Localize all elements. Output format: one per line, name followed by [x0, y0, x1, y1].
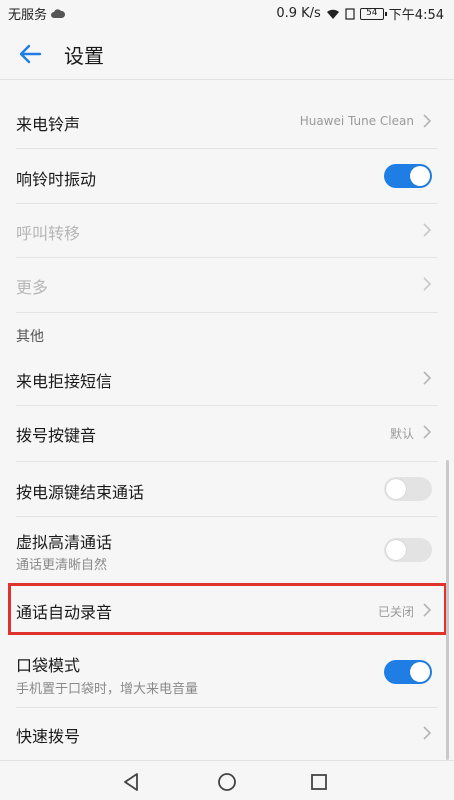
chevron-right-icon	[423, 726, 432, 740]
call-forward-label: 呼叫转移	[16, 224, 81, 243]
pocket-mode-row[interactable]: 口袋模式 手机置于口袋时，增大来电音量	[0, 644, 454, 704]
clock: 下午4:54	[388, 8, 444, 23]
power-end-call-toggle[interactable]	[384, 477, 432, 501]
ringtone-row[interactable]: 来电铃声 Huawei Tune Clean	[0, 100, 454, 142]
pocket-mode-label: 口袋模式	[16, 656, 81, 675]
wifi-icon	[326, 9, 339, 19]
divider	[16, 203, 438, 204]
vibrate-row[interactable]: 响铃时振动	[0, 154, 454, 198]
chevron-right-icon	[423, 371, 432, 385]
dial-tone-label: 拨号按键音	[16, 426, 97, 445]
group-header-other: 其他	[16, 329, 44, 345]
reject-sms-label: 来电拒接短信	[16, 372, 113, 391]
divider	[16, 257, 438, 258]
app-bar: 设置	[0, 26, 454, 80]
toggle-knob	[410, 662, 430, 682]
ringtone-label: 来电铃声	[16, 115, 81, 134]
status-bar: 无服务 0.9 K/s 54 下午4:54	[0, 0, 454, 26]
divider	[16, 405, 438, 406]
ringtone-value: Huawei Tune Clean	[299, 114, 414, 128]
carrier-text: 无服务	[8, 8, 48, 23]
toggle-knob	[386, 479, 406, 499]
highlight-box	[8, 583, 447, 635]
divider	[16, 707, 438, 708]
more-row[interactable]: 更多	[0, 262, 454, 306]
toggle-knob	[386, 540, 406, 560]
hd-call-toggle[interactable]	[384, 538, 432, 562]
power-end-call-label: 按电源键结束通话	[16, 483, 145, 502]
divider	[16, 461, 438, 462]
divider	[16, 312, 438, 313]
dial-tone-value: 默认	[389, 427, 414, 441]
speed-dial-row[interactable]: 快速拨号	[0, 712, 454, 756]
chevron-right-icon	[423, 277, 432, 291]
hd-call-label: 虚拟高清通话	[16, 533, 113, 552]
battery-icon: 54	[359, 7, 387, 20]
reject-sms-row[interactable]: 来电拒接短信	[0, 356, 454, 400]
vibrate-toggle[interactable]	[384, 164, 432, 188]
pocket-mode-toggle[interactable]	[384, 660, 432, 684]
nav-home-icon[interactable]	[216, 771, 238, 793]
cloud-icon	[51, 8, 66, 18]
hd-call-row[interactable]: 虚拟高清通话 通话更清晰自然	[0, 521, 454, 579]
scrollbar[interactable]	[446, 460, 449, 760]
power-end-call-row[interactable]: 按电源键结束通话	[0, 466, 454, 512]
divider	[16, 516, 438, 517]
page-title: 设置	[64, 44, 104, 68]
dial-tone-row[interactable]: 拨号按键音 默认	[0, 410, 454, 454]
net-speed: 0.9 K/s	[276, 6, 321, 21]
pocket-mode-sub: 手机置于口袋时，增大来电音量	[16, 682, 199, 697]
more-label: 更多	[16, 278, 49, 297]
chevron-right-icon	[423, 425, 432, 439]
toggle-knob	[410, 166, 430, 186]
hd-call-sub: 通话更清晰自然	[16, 558, 108, 573]
vibrate-label: 响铃时振动	[16, 170, 97, 189]
chevron-right-icon	[423, 114, 432, 128]
navigation-bar	[0, 760, 454, 800]
back-arrow-icon[interactable]	[16, 40, 44, 68]
nav-recents-icon[interactable]	[308, 771, 330, 793]
speed-dial-label: 快速拨号	[16, 727, 81, 746]
sim-icon	[345, 7, 355, 20]
divider	[16, 148, 438, 149]
nav-back-icon[interactable]	[120, 771, 142, 793]
chevron-right-icon	[423, 223, 432, 237]
call-forward-row[interactable]: 呼叫转移	[0, 208, 454, 252]
